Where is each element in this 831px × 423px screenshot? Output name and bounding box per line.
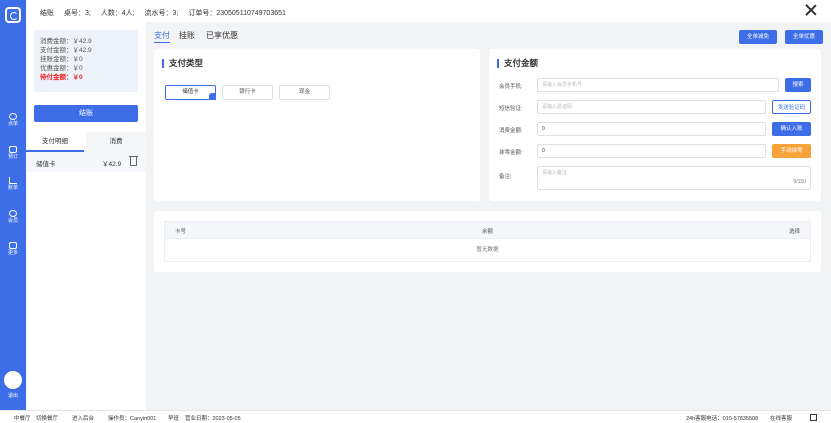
chart-icon (9, 177, 17, 184)
discount-amount: 优惠金额：￥0 (40, 65, 83, 72)
payment-amount-title: 支付金额 (497, 59, 538, 68)
note-label: 备注: (499, 174, 512, 180)
fullscreen-icon[interactable] (810, 414, 817, 421)
whole-discount-button[interactable]: 全单优惠 (785, 30, 823, 44)
card-table: 卡号 余额 选择 暂无数据 (154, 211, 821, 272)
hang-amount: 挂账金额：￥0 (40, 56, 83, 63)
confirm-entry-button[interactable]: 确认入账 (772, 122, 811, 136)
order-number: 订单号：230505110749703651 (188, 10, 286, 17)
pay-amount: 支付金额：￥42.9 (40, 47, 92, 54)
check-icon (209, 93, 216, 100)
order-info: 结账 桌号：3; 人数：4人; 流水号：3; 订单号：2305051107497… (40, 8, 294, 18)
mode-label: 结账 (40, 10, 54, 17)
column-balance: 余额 (482, 229, 494, 235)
tab-pay[interactable]: 支付 (154, 30, 170, 43)
note-counter: 0/150 (793, 179, 806, 185)
table-header: 卡号 余额 选择 (164, 221, 811, 239)
calendar-icon (9, 146, 17, 153)
logout-button[interactable]: 退出 (0, 392, 26, 399)
trash-icon[interactable] (129, 156, 138, 166)
send-code-button[interactable]: 发送验证码 (772, 100, 811, 114)
empty-state: 暂无数据 (164, 239, 811, 262)
settle-button[interactable]: 结账 (34, 105, 138, 122)
list-item: 储值卡 ￥42.9 (26, 152, 146, 172)
tab-consumption[interactable]: 消费 (86, 132, 146, 152)
nav-item-more[interactable]: 更多 (0, 242, 26, 256)
switch-restaurant-link[interactable]: 切换餐厅 (36, 414, 58, 422)
dish-icon (9, 113, 17, 120)
serial-number: 流水号：3; (144, 10, 179, 17)
avatar[interactable] (4, 371, 22, 389)
phone-label: 会员手机: (499, 84, 523, 90)
status-bar: 中餐厅 切换餐厅 进入后台 操作员：Canyin001 早班 营业日期：2023… (0, 410, 831, 423)
tab-used-discount[interactable]: 已享优惠 (206, 30, 238, 41)
whole-reduce-button[interactable]: 全单减免 (739, 30, 777, 44)
member-phone-input[interactable]: 请输入会员手机号 (537, 78, 779, 92)
payment-type-title: 支付类型 (162, 59, 203, 68)
column-select: 选择 (789, 229, 801, 235)
operator: 操作员：Canyin001 (108, 416, 157, 422)
sms-label: 短信验证: (499, 106, 523, 112)
tab-hang[interactable]: 挂账 (179, 30, 195, 41)
round-amount-input[interactable]: 0 (537, 144, 766, 158)
nav-item-bills[interactable]: 账单 (0, 177, 26, 191)
top-bar: 结账 桌号：3; 人数：4人; 流水号：3; 订单号：2305051107497… (26, 0, 831, 22)
tab-payment-detail[interactable]: 支付明细 (26, 132, 84, 152)
payment-name: 储值卡 (36, 161, 56, 168)
people-count: 人数：4人; (100, 10, 135, 17)
consume-amount: 消费金额：￥42.9 (40, 38, 92, 45)
shift: 早班 (168, 416, 180, 422)
left-tabs: 支付明细 消费 (26, 132, 146, 152)
pay-type-stored-card[interactable]: 储值卡 (165, 85, 216, 100)
side-nav: 点单 预订 账单 会员 更多 退出 (0, 0, 26, 410)
payment-amount-card: 支付金额 会员手机: 请输入会员手机号 搜索 短信验证: 请输入验证码 发送验证… (489, 49, 821, 201)
consume-amount-input[interactable]: 0 (537, 122, 766, 136)
pay-type-bank-card[interactable]: 银行卡 (222, 85, 273, 100)
enter-backend-link[interactable]: 进入后台 (72, 414, 94, 422)
business-date: 营业日期：2023-05-05 (185, 416, 241, 422)
hotline: 24h客服电话：010-57835508 (686, 416, 759, 422)
pending-amount: 待付金额：￥0 (40, 74, 83, 81)
online-service-link[interactable]: 在线客服 (770, 414, 792, 422)
table-number: 桌号：3; (63, 10, 91, 17)
close-icon[interactable] (805, 4, 817, 16)
note-textarea[interactable]: 请输入备注 0/150 (537, 166, 811, 190)
search-button[interactable]: 搜索 (785, 78, 811, 92)
column-card: 卡号 (175, 229, 187, 235)
app-logo-icon (5, 7, 21, 23)
nav-item-order[interactable]: 点单 (0, 113, 26, 127)
amount-summary: 消费金额：￥42.9 支付金额：￥42.9 挂账金额：￥0 优惠金额：￥0 待付… (34, 30, 138, 92)
pay-type-cash[interactable]: 现金 (279, 85, 330, 100)
nav-item-reserve[interactable]: 预订 (0, 146, 26, 160)
nav-item-member[interactable]: 会员 (0, 210, 26, 224)
sms-code-input[interactable]: 请输入验证码 (537, 100, 766, 114)
settlement-panel: 消费金额：￥42.9 支付金额：￥42.9 挂账金额：￥0 优惠金额：￥0 待付… (26, 22, 146, 410)
payment-type-card: 支付类型 储值卡 银行卡 现金 (154, 49, 480, 201)
manual-round-button[interactable]: 手动抹零 (772, 144, 811, 158)
round-label: 抹零金额: (499, 150, 523, 156)
restaurant-name: 中餐厅 (14, 416, 31, 422)
payment-amount: ￥42.9 (102, 161, 122, 168)
member-icon (9, 210, 17, 217)
consume-label: 消费金额: (499, 128, 523, 134)
grid-icon (9, 242, 17, 249)
